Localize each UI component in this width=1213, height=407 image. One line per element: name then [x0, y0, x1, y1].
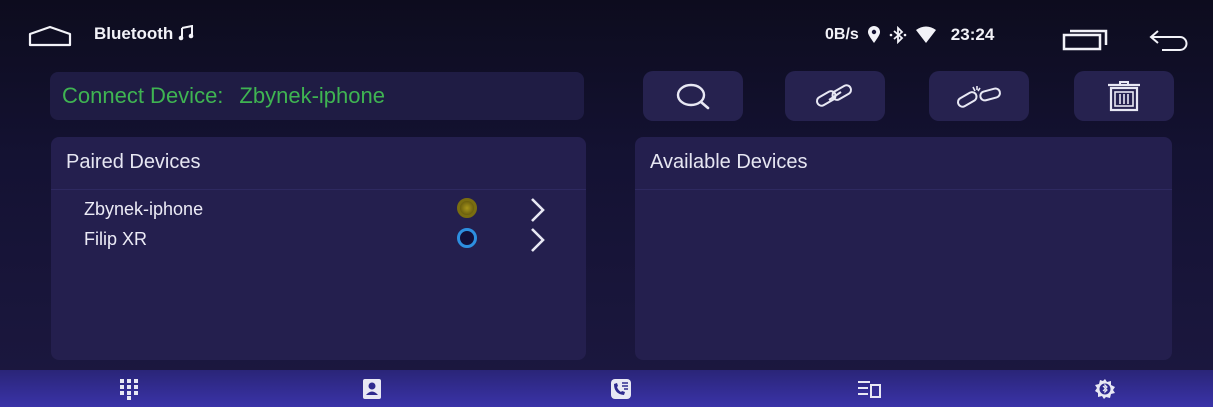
device-name: Zbynek-iphone — [84, 199, 204, 219]
available-devices-title: Available Devices — [650, 151, 808, 173]
device-name: Filip XR — [84, 229, 148, 249]
unlink-icon — [956, 86, 1001, 108]
available-devices-panel: Available Devices — [635, 137, 1172, 360]
trash-icon — [1108, 81, 1140, 112]
back-icon[interactable] — [1148, 28, 1190, 52]
music-icon — [858, 381, 881, 398]
home-icon[interactable] — [28, 25, 72, 47]
paired-device-row[interactable]: Zbynek-iphone — [51, 196, 586, 224]
delete-button[interactable] — [1074, 71, 1174, 121]
divider — [635, 189, 1172, 190]
nav-bluetooth-settings[interactable] — [1093, 377, 1117, 401]
dialpad-icon — [120, 379, 138, 400]
paired-devices-panel: Paired Devices Zbynek-iphone Filip XR — [51, 137, 586, 360]
music-note-icon — [178, 24, 194, 41]
paired-device-row[interactable]: Filip XR — [51, 226, 586, 254]
clock: 23:24 — [950, 25, 995, 44]
device-status-indicator — [457, 228, 477, 248]
bottom-nav — [0, 370, 1213, 407]
location-icon — [867, 26, 880, 43]
status-bar: Bluetooth 0B/s 23:24 — [0, 12, 1213, 58]
connected-device-name: Zbynek-iphone — [239, 83, 385, 108]
wifi-icon — [915, 26, 936, 43]
divider — [51, 189, 586, 190]
connected-device-bar: Connect Device: Zbynek-iphone — [50, 72, 584, 120]
bluetooth-settings-icon — [1095, 379, 1115, 399]
call-log-icon — [611, 379, 631, 399]
contacts-icon — [363, 379, 381, 399]
search-devices-button[interactable] — [643, 71, 743, 121]
chevron-right-icon[interactable] — [528, 196, 548, 224]
connect-device-label: Connect Device: — [62, 83, 224, 108]
paired-devices-title: Paired Devices — [66, 151, 201, 173]
nav-dialpad[interactable] — [117, 377, 141, 401]
chevron-right-icon[interactable] — [528, 226, 548, 254]
device-status-indicator — [457, 198, 477, 218]
app-title-text: Bluetooth — [94, 24, 174, 43]
bluetooth-icon — [889, 26, 907, 44]
net-speed: 0B/s — [825, 26, 859, 43]
search-icon — [676, 83, 710, 110]
nav-contacts[interactable] — [360, 377, 384, 401]
nav-music[interactable] — [857, 377, 881, 401]
recents-icon[interactable] — [1062, 29, 1108, 51]
status-indicators: 0B/s 23:24 — [825, 22, 1002, 48]
disconnect-button[interactable] — [929, 71, 1029, 121]
connect-button[interactable] — [785, 71, 885, 121]
nav-call-log[interactable] — [609, 377, 633, 401]
app-title: Bluetooth — [94, 24, 194, 44]
link-icon — [815, 84, 853, 107]
